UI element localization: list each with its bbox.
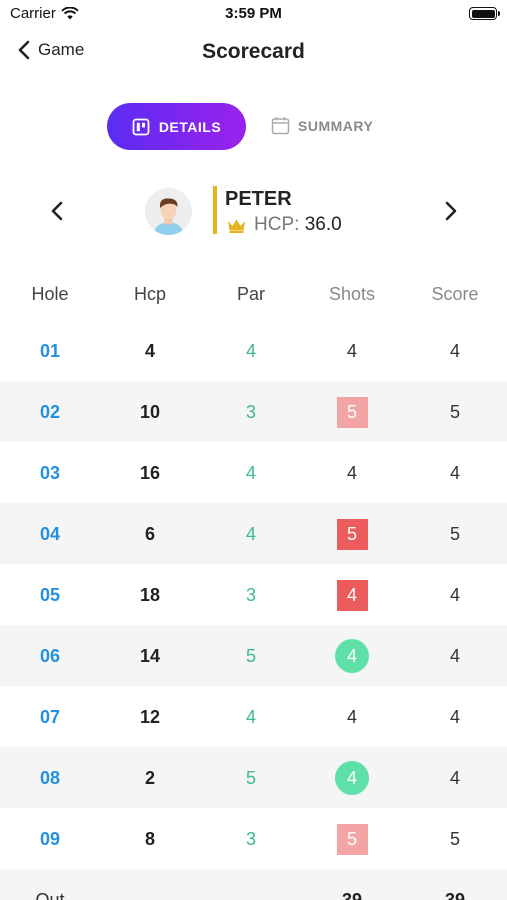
table-row: 01 4 4 4 4 — [0, 320, 507, 381]
hole-number: 09 — [39, 829, 61, 849]
table-body: 01 4 4 4 4 02 10 3 5 5 03 16 4 4 4 04 6 4 5 5 05 18 3 4 4 06 14 5 4 4… — [0, 320, 507, 869]
hole-score: 4 — [449, 585, 460, 605]
tab-details-label: DETAILS — [158, 118, 222, 135]
hole-score: 4 — [449, 707, 460, 727]
header-score: Score — [431, 284, 479, 304]
hole-shots[interactable]: 4 — [297, 339, 407, 363]
shots-badge: 5 — [336, 519, 368, 550]
hole-par: 3 — [245, 829, 256, 849]
hole-score: 5 — [449, 524, 460, 544]
header-shots: Shots — [328, 284, 376, 304]
hole-score: 5 — [449, 829, 460, 849]
hole-shots[interactable]: 4 — [297, 461, 407, 485]
hole-number: 03 — [39, 463, 61, 483]
hole-number: 08 — [39, 768, 61, 788]
calendar-icon — [271, 117, 290, 135]
hole-hcp: 6 — [144, 524, 155, 544]
view-tabs: DETAILS SUMMARY — [0, 103, 507, 151]
shots-badge: 5 — [336, 824, 368, 855]
hole-score: 4 — [449, 768, 460, 788]
hole-hcp: 16 — [139, 463, 161, 483]
out-shots: 39 — [341, 890, 363, 900]
player-hcp: HCP: 36.0 — [227, 214, 342, 236]
hole-par: 4 — [245, 463, 256, 483]
hcp-label: HCP: — [254, 214, 300, 235]
shots-badge: 4 — [336, 580, 368, 611]
table-row: 09 8 3 5 5 — [0, 808, 507, 869]
table-row: 04 6 4 5 5 — [0, 503, 507, 564]
header-hole: Hole — [31, 284, 69, 304]
scorecard-table: Hole Hcp Par Shots Score 01 4 4 4 4 02 10 3 5 5 03… — [0, 270, 507, 900]
hole-shots[interactable]: 4 — [297, 761, 407, 795]
out-label: Out — [35, 890, 65, 900]
hole-hcp: 14 — [139, 646, 161, 666]
status-time: 3:59 PM — [225, 5, 282, 22]
next-chevron-icon — [445, 201, 457, 221]
hole-score: 5 — [449, 402, 460, 422]
details-board-icon — [132, 118, 150, 135]
hole-shots[interactable]: 4 — [297, 580, 407, 611]
hole-shots[interactable]: 5 — [297, 397, 407, 428]
hole-hcp: 2 — [144, 768, 155, 788]
tab-summary-label: SUMMARY — [298, 117, 374, 134]
out-total-row: Out 39 39 — [0, 869, 507, 900]
next-player-button[interactable] — [440, 200, 460, 227]
hole-par: 3 — [245, 585, 256, 605]
hole-score: 4 — [449, 646, 460, 666]
table-row: 03 16 4 4 4 — [0, 442, 507, 503]
header-par: Par — [236, 284, 265, 304]
hole-par: 4 — [245, 524, 256, 544]
header-hcp: Hcp — [133, 284, 166, 304]
hole-par: 5 — [245, 646, 256, 666]
hole-hcp: 18 — [139, 585, 161, 605]
hole-number: 07 — [39, 707, 61, 727]
hole-score: 4 — [449, 341, 460, 361]
hole-number: 04 — [39, 524, 61, 544]
hcp-value: 36.0 — [304, 214, 342, 235]
status-bar: Carrier 3:59 PM — [0, 0, 507, 30]
hole-shots[interactable]: 4 — [297, 639, 407, 673]
hole-shots[interactable]: 5 — [297, 824, 407, 855]
hole-shots[interactable]: 4 — [297, 705, 407, 729]
back-label: Game — [38, 40, 85, 59]
crown-icon — [228, 219, 245, 233]
tab-details[interactable]: DETAILS — [107, 103, 246, 150]
table-row: 02 10 3 5 5 — [0, 381, 507, 442]
hole-number: 05 — [39, 585, 61, 605]
player-selector: PETER HCP: 36.0 — [0, 180, 507, 244]
tab-summary[interactable]: SUMMARY — [271, 116, 373, 135]
hole-number: 02 — [39, 402, 61, 422]
table-row: 06 14 5 4 4 — [0, 625, 507, 686]
back-chevron-icon — [18, 40, 30, 60]
hole-par: 3 — [245, 402, 256, 422]
hole-par: 4 — [245, 341, 256, 361]
nav-bar: Game Scorecard — [0, 30, 507, 74]
out-score: 39 — [444, 890, 466, 900]
hole-hcp: 8 — [144, 829, 155, 849]
shots-badge: 4 — [335, 761, 369, 795]
player-divider — [213, 186, 217, 234]
battery-icon — [469, 7, 500, 20]
avatar — [145, 188, 192, 235]
hole-par: 4 — [245, 707, 256, 727]
hole-hcp: 12 — [139, 707, 161, 727]
hole-number: 06 — [39, 646, 61, 666]
hole-hcp: 4 — [144, 341, 155, 361]
table-row: 07 12 4 4 4 — [0, 686, 507, 747]
table-header: Hole Hcp Par Shots Score — [0, 270, 507, 320]
hole-score: 4 — [449, 463, 460, 483]
hole-number: 01 — [39, 341, 61, 361]
player-name: PETER — [225, 188, 292, 210]
prev-player-button[interactable] — [48, 200, 68, 227]
shots-badge: 5 — [336, 397, 368, 428]
hole-hcp: 10 — [139, 402, 161, 422]
table-row: 08 2 5 4 4 — [0, 747, 507, 808]
hole-shots[interactable]: 5 — [297, 519, 407, 550]
table-row: 05 18 3 4 4 — [0, 564, 507, 625]
shots-badge: 4 — [335, 639, 369, 673]
prev-chevron-icon — [51, 201, 63, 221]
hole-par: 5 — [245, 768, 256, 788]
back-button[interactable]: Game — [18, 40, 84, 60]
